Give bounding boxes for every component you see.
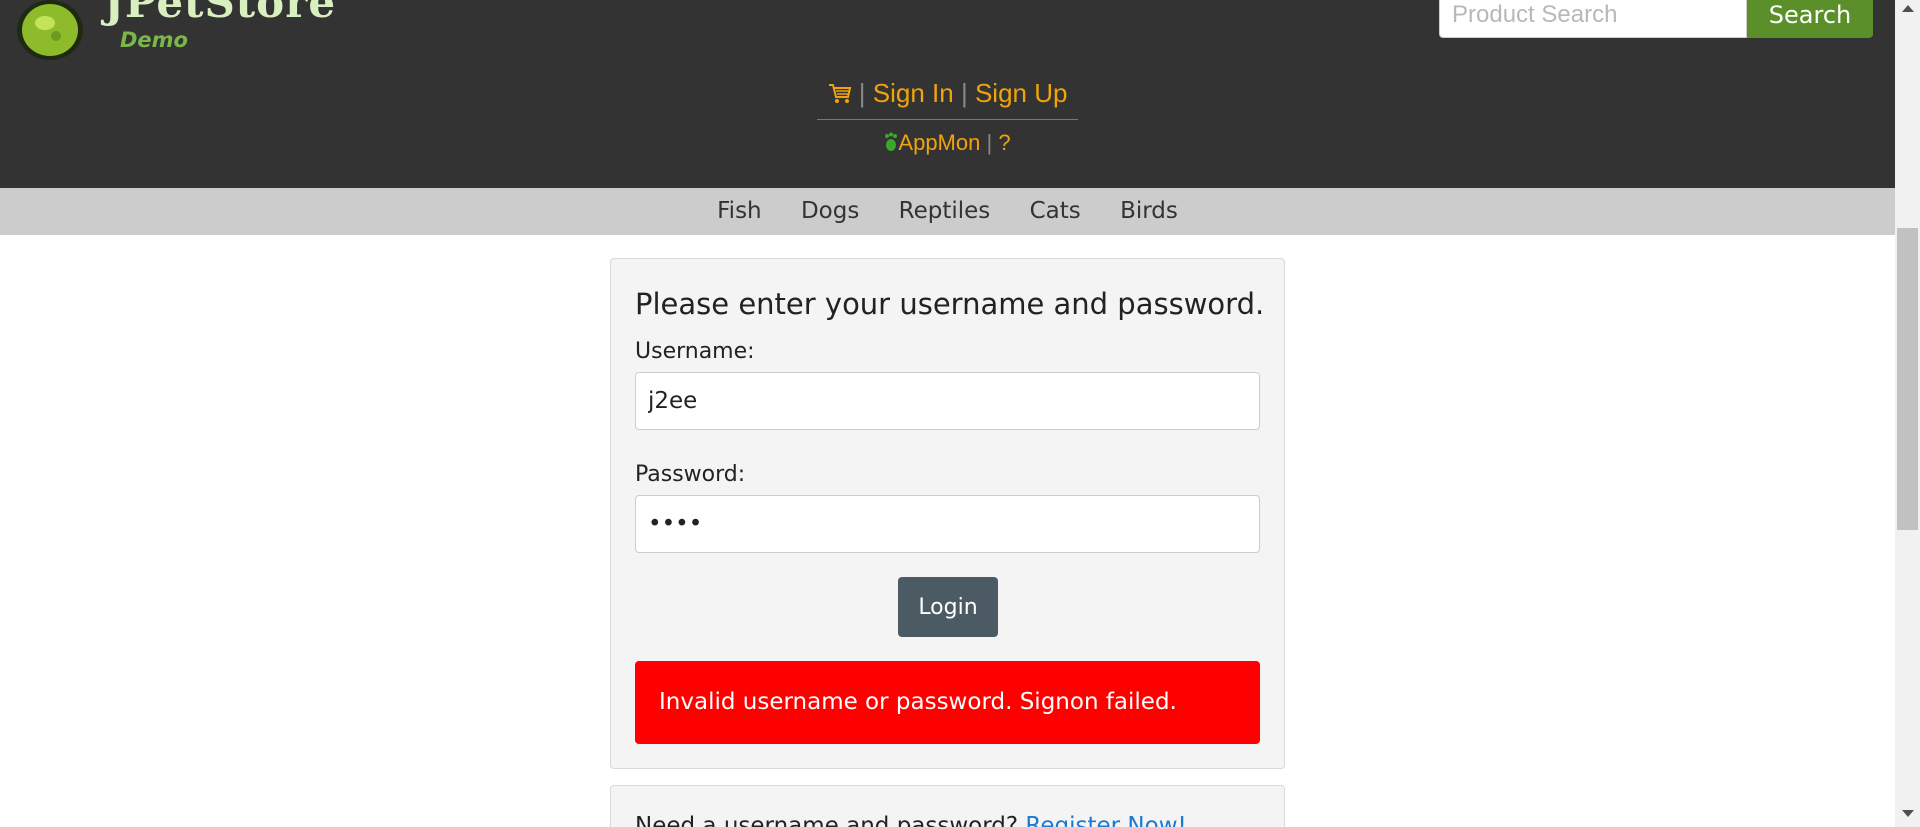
scrollbar-thumb[interactable]	[1897, 228, 1918, 530]
logo-title[interactable]: JPetStore	[104, 0, 336, 27]
scroll-down-arrow-icon[interactable]	[1902, 810, 1914, 817]
login-panel: Please enter your username and password.…	[610, 258, 1285, 769]
link-separator: |	[858, 78, 866, 108]
account-links: | Sign In | Sign Up	[817, 78, 1078, 120]
link-separator: |	[986, 130, 993, 155]
help-link[interactable]: ?	[998, 130, 1010, 155]
site-header: JPetStore Demo Search | Sign In | Sign U…	[0, 0, 1895, 188]
nav-item-birds[interactable]: Birds	[1120, 188, 1178, 235]
password-label: Password:	[635, 462, 746, 487]
category-nav: Fish Dogs Reptiles Cats Birds	[0, 188, 1895, 235]
register-prompt: Need a username and password?	[635, 813, 1019, 827]
search-input[interactable]	[1439, 0, 1747, 38]
username-field[interactable]	[635, 372, 1260, 430]
login-button[interactable]: Login	[898, 577, 998, 637]
error-alert: Invalid username or password. Signon fai…	[635, 661, 1260, 744]
register-link[interactable]: Register Now!	[1025, 813, 1186, 827]
scroll-up-arrow-icon[interactable]	[1902, 5, 1914, 12]
register-panel: Need a username and password? Register N…	[610, 785, 1285, 827]
nav-item-dogs[interactable]: Dogs	[801, 188, 859, 235]
appmon-links: AppMon | ?	[817, 130, 1078, 156]
username-label: Username:	[635, 339, 755, 364]
password-field[interactable]	[635, 495, 1260, 553]
appmon-link[interactable]: AppMon	[898, 130, 980, 155]
nav-item-fish[interactable]: Fish	[717, 188, 762, 235]
logo-subtitle: Demo	[120, 28, 188, 52]
nav-item-cats[interactable]: Cats	[1030, 188, 1081, 235]
register-text: Need a username and password? Register N…	[635, 813, 1187, 827]
search-button[interactable]: Search	[1747, 0, 1873, 38]
sign-up-link[interactable]: Sign Up	[975, 78, 1068, 108]
paw-icon	[885, 132, 898, 151]
nav-item-reptiles[interactable]: Reptiles	[899, 188, 991, 235]
cart-icon[interactable]	[828, 82, 852, 104]
sign-in-link[interactable]: Sign In	[873, 78, 954, 108]
login-title: Please enter your username and password.	[635, 287, 1265, 321]
link-separator: |	[960, 78, 968, 108]
logo-icon[interactable]	[12, 0, 90, 60]
